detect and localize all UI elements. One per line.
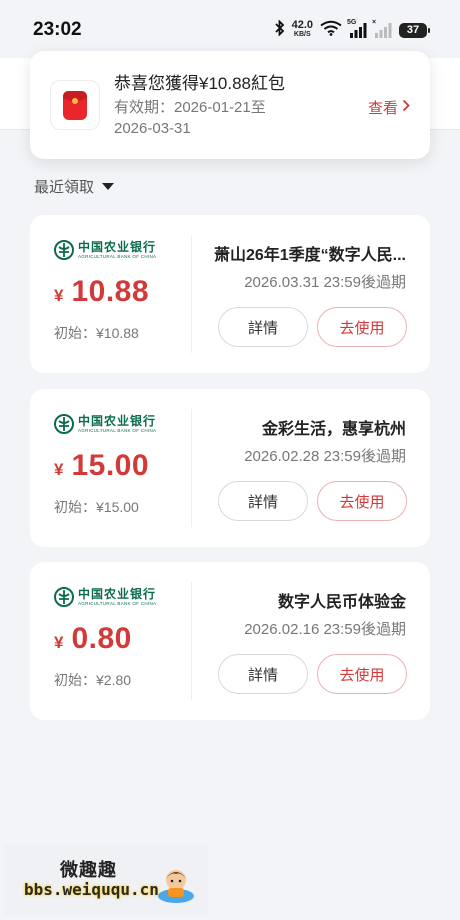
chevron-right-icon: [402, 99, 410, 116]
voucher-amount-section: 中国农业银行 AGRICULTURAL BANK OF CHINA ¥ 0.80…: [54, 584, 194, 690]
validity-line-2: 2026-03-31: [114, 120, 191, 137]
voucher-amount-section: 中国农业银行 AGRICULTURAL BANK OF CHINA ¥ 15.0…: [54, 411, 194, 517]
use-button[interactable]: 去使用: [317, 654, 407, 694]
amount-value: 10.88: [71, 275, 150, 308]
bank-name-en: AGRICULTURAL BANK OF CHINA: [78, 427, 157, 433]
battery-icon: 37: [399, 22, 430, 38]
voucher-card: 中国农业银行 AGRICULTURAL BANK OF CHINA ¥ 10.8…: [30, 215, 430, 373]
notification-text: 恭喜您獲得¥10.88紅包 有效期：2026-01-21至 2026-03-31: [114, 73, 368, 139]
bank-logo: 中国农业银行 AGRICULTURAL BANK OF CHINA: [54, 237, 194, 263]
notification-title: 恭喜您獲得¥10.88紅包: [114, 74, 285, 93]
use-button[interactable]: 去使用: [317, 481, 407, 521]
details-button[interactable]: 詳情: [218, 307, 308, 347]
details-button[interactable]: 詳情: [218, 654, 308, 694]
mascot-icon: [154, 862, 198, 911]
details-button[interactable]: 詳情: [218, 481, 308, 521]
initial-amount: 初始：¥15.00: [54, 499, 139, 515]
bank-name: 中国农业银行: [78, 413, 157, 428]
currency-symbol: ¥: [54, 460, 64, 479]
bank-logo: 中国农业银行 AGRICULTURAL BANK OF CHINA: [54, 584, 194, 610]
notification-validity: 有效期：2026-01-21至 2026-03-31: [114, 97, 368, 139]
redpacket-notification[interactable]: 恭喜您獲得¥10.88紅包 有效期：2026-01-21至 2026-03-31…: [30, 51, 430, 159]
voucher-amount: ¥ 0.80: [54, 622, 194, 656]
card-divider: [191, 409, 192, 527]
voucher-amount-section: 中国农业银行 AGRICULTURAL BANK OF CHINA ¥ 10.8…: [54, 237, 194, 343]
use-button[interactable]: 去使用: [317, 307, 407, 347]
bank-logo: 中国农业银行 AGRICULTURAL BANK OF CHINA: [54, 411, 194, 437]
bank-name: 中国农业银行: [78, 586, 157, 601]
abc-bank-emblem-icon: [54, 240, 74, 260]
watermark: 微趣趣 bbs.weiququ.cn: [4, 844, 208, 916]
validity-line-1: 有效期：2026-01-21至: [114, 99, 266, 116]
voucher-title: 数字人民币体验金: [277, 594, 406, 611]
card-divider: [191, 235, 192, 353]
recent-filter-label: 最近領取: [34, 179, 95, 196]
bluetooth-icon: [274, 18, 285, 41]
voucher-amount: ¥ 10.88: [54, 275, 194, 309]
recent-filter-dropdown[interactable]: 最近領取: [34, 176, 115, 197]
status-time: 23:02: [33, 19, 82, 40]
currency-symbol: ¥: [54, 286, 64, 305]
view-button[interactable]: 查看: [368, 97, 410, 118]
watermark-name: 微趣趣: [60, 860, 117, 880]
voucher-expiry: 2026.02.28 23:59後過期: [244, 448, 406, 465]
caret-down-icon: [102, 183, 115, 190]
status-bar: 23:02 42.0 KB/S 5G × 37: [0, 0, 460, 58]
sim2-network-tag: ×: [372, 19, 377, 26]
initial-amount: 初始：¥2.80: [54, 672, 132, 688]
network-speed: 42.0 KB/S: [291, 19, 313, 39]
view-label: 查看: [367, 100, 398, 117]
bank-name-en: AGRICULTURAL BANK OF CHINA: [78, 600, 157, 606]
network-speed-value: 42.0: [291, 19, 313, 31]
voucher-expiry: 2026.02.16 23:59後過期: [244, 621, 406, 638]
abc-bank-emblem-icon: [54, 414, 74, 434]
voucher-amount: ¥ 15.00: [54, 449, 194, 483]
initial-amount: 初始：¥10.88: [54, 325, 139, 341]
currency-symbol: ¥: [54, 633, 64, 652]
voucher-title: 金彩生活，惠享杭州: [261, 421, 406, 438]
network-speed-unit: KB/S: [293, 31, 311, 38]
card-divider: [191, 582, 192, 700]
red-packet-icon: [50, 80, 100, 130]
signal-sim2-icon: ×: [372, 19, 392, 38]
status-icons: 42.0 KB/S 5G × 37: [274, 18, 430, 42]
bank-name-en: AGRICULTURAL BANK OF CHINA: [78, 253, 157, 259]
signal-sim1-icon: 5G: [347, 19, 367, 38]
abc-bank-emblem-icon: [54, 587, 74, 607]
voucher-title: 萧山26年1季度“数字人民...: [213, 247, 406, 264]
watermark-url: bbs.weiququ.cn: [24, 880, 159, 899]
sim1-network-tag: 5G: [347, 19, 357, 26]
amount-value: 15.00: [71, 449, 150, 482]
wifi-icon: [320, 20, 342, 41]
voucher-expiry: 2026.03.31 23:59後過期: [244, 274, 406, 291]
amount-value: 0.80: [71, 622, 132, 655]
voucher-card: 中国农业银行 AGRICULTURAL BANK OF CHINA ¥ 15.0…: [30, 389, 430, 547]
voucher-card: 中国农业银行 AGRICULTURAL BANK OF CHINA ¥ 0.80…: [30, 562, 430, 720]
bank-name: 中国农业银行: [78, 239, 157, 254]
